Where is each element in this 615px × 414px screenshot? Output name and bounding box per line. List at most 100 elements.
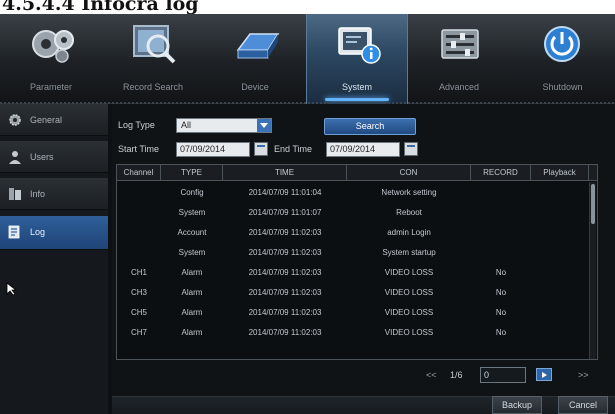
table-cell (531, 263, 589, 283)
table-cell (117, 223, 161, 243)
dvr-window: Parameter Record Search Device System Ad… (0, 14, 615, 414)
table-cell: 2014/07/09 11:02:03 (248, 308, 322, 317)
column-header: TIME (223, 165, 347, 181)
cancel-button[interactable]: Cancel (558, 396, 608, 414)
table-cell (531, 323, 589, 343)
table-header: Channel TYPE TIME CON RECORD Playback (117, 165, 597, 181)
table-row[interactable]: CH5 Alarm 2014/07/09 11:02:03 VIDEO LOSS No (117, 303, 597, 323)
table-cell: System (178, 248, 206, 257)
go-page-button[interactable] (536, 368, 552, 381)
table-cell: No (495, 268, 507, 277)
power-icon (544, 26, 580, 62)
advanced-settings-icon (441, 29, 479, 59)
system-info-icon (338, 27, 381, 64)
table-row[interactable]: System 2014/07/09 11:01:07 Reboot (117, 203, 597, 223)
column-header: Playback (531, 165, 589, 181)
calendar-icon[interactable] (404, 142, 418, 156)
backup-button[interactable]: Backup (492, 396, 542, 414)
table-cell: Alarm (181, 268, 203, 277)
sidebar-item-label: General (30, 115, 63, 125)
table-cell: System startup (382, 248, 436, 257)
table-cell (531, 203, 589, 223)
table-cell: Alarm (181, 328, 203, 337)
table-cell (471, 203, 531, 223)
mouse-cursor-icon (6, 282, 18, 296)
start-time-field[interactable]: 07/09/2014 (176, 142, 250, 157)
scrollbar-thumb[interactable] (591, 184, 595, 224)
end-time-field[interactable]: 07/09/2014 (326, 142, 400, 157)
start-time-label: Start Time (118, 144, 160, 154)
main-toolbar: Parameter Record Search Device System Ad… (0, 14, 615, 104)
table-row[interactable]: Account 2014/07/09 11:02:03 admin Login (117, 223, 597, 243)
document-heading: 4.5.4.4 Infocra log (2, 0, 199, 14)
sidebar-item-users[interactable]: Users (0, 141, 108, 173)
table-cell: No (495, 308, 507, 317)
table-cell (531, 183, 589, 203)
log-table: Channel TYPE TIME CON RECORD Playback Co… (116, 164, 598, 360)
table-scrollbar[interactable] (589, 182, 596, 359)
table-row[interactable]: CH7 Alarm 2014/07/09 11:02:03 VIDEO LOSS No (117, 323, 597, 343)
log-type-select[interactable]: All (176, 118, 272, 133)
prev-page-button[interactable]: << (426, 370, 437, 380)
toolbar-device[interactable]: Device (204, 14, 306, 104)
sidebar-item-info[interactable]: Info (0, 178, 108, 210)
table-cell: admin Login (387, 228, 431, 237)
toolbar-label: Shutdown (542, 82, 583, 92)
sidebar-item-log[interactable]: Log (0, 216, 108, 250)
toolbar-label: Device (241, 82, 269, 92)
magnifier-icon (133, 25, 176, 64)
table-cell: CH3 (130, 288, 147, 297)
table-cell (531, 283, 589, 303)
toolbar-system[interactable]: System (306, 14, 408, 104)
table-cell: Network setting (381, 188, 437, 197)
table-row[interactable]: CH1 Alarm 2014/07/09 11:02:03 VIDEO LOSS No (117, 263, 597, 283)
table-cell: Account (177, 228, 207, 237)
column-header: CON (347, 165, 471, 181)
search-button[interactable]: Search (324, 118, 416, 135)
log-type-value: All (181, 120, 192, 130)
toolbar-shutdown[interactable]: Shutdown (510, 14, 615, 104)
user-icon (9, 151, 21, 164)
next-page-button[interactable]: >> (578, 370, 589, 380)
hard-drive-icon (236, 33, 280, 59)
table-cell: Alarm (181, 288, 203, 297)
table-cell: 2014/07/09 11:01:07 (248, 208, 322, 217)
toolbar-label: Parameter (29, 82, 73, 92)
active-indicator (325, 98, 389, 101)
sidebar-item-general[interactable]: General (0, 104, 108, 136)
sidebar-item-label: Log (30, 227, 46, 237)
column-header: Channel (117, 165, 161, 181)
table-cell: 2014/07/09 11:02:03 (248, 288, 322, 297)
table-cell (531, 303, 589, 323)
page-indicator: 1/6 (450, 370, 463, 380)
column-header: TYPE (161, 165, 223, 181)
table-cell (471, 243, 531, 263)
toolbar-label: Record Search (122, 82, 184, 92)
table-cell (117, 243, 161, 263)
page-number-input[interactable]: 0 (480, 367, 526, 383)
table-row[interactable]: Config 2014/07/09 11:01:04 Network setting (117, 183, 597, 203)
table-cell: 2014/07/09 11:02:03 (248, 248, 322, 257)
table-cell: 2014/07/09 11:02:03 (248, 228, 322, 237)
table-cell: 2014/07/09 11:01:04 (248, 188, 322, 197)
table-cell: Alarm (181, 308, 203, 317)
table-cell (471, 223, 531, 243)
calendar-icon[interactable] (254, 142, 268, 156)
table-cell: CH1 (130, 268, 147, 277)
table-row[interactable]: CH3 Alarm 2014/07/09 11:02:03 VIDEO LOSS No (117, 283, 597, 303)
log-panel: Log Type All Search Start Time 07/09/201… (112, 104, 615, 414)
sidebar: General Users Info Log (0, 104, 108, 414)
end-time-label: End Time (274, 144, 313, 154)
info-icon (9, 188, 21, 200)
table-cell: VIDEO LOSS (384, 288, 434, 297)
table-cell: VIDEO LOSS (384, 268, 434, 277)
toolbar-advanced[interactable]: Advanced (408, 14, 510, 104)
table-row[interactable]: System 2014/07/09 11:02:03 System startup (117, 243, 597, 263)
table-cell: VIDEO LOSS (384, 308, 434, 317)
toolbar-record-search[interactable]: Record Search (102, 14, 204, 104)
toolbar-parameter[interactable]: Parameter (0, 14, 102, 104)
column-header: RECORD (471, 165, 531, 181)
table-cell (471, 183, 531, 203)
table-cell: System (178, 208, 206, 217)
table-cell (117, 183, 161, 203)
